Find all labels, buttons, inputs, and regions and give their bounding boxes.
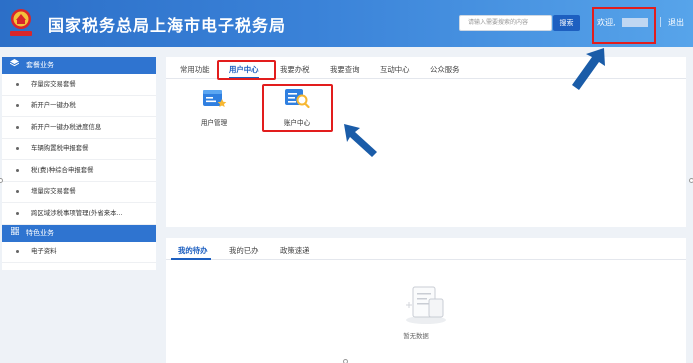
sidebar-item[interactable]: 增量房交易套餐 <box>2 182 156 203</box>
user-management-icon <box>203 90 227 107</box>
sidebar-group-package[interactable]: 套餐业务 <box>2 57 156 74</box>
site-title: 国家税务总局上海市电子税务局 <box>48 16 287 35</box>
bullet-icon <box>16 147 19 151</box>
search-button[interactable]: 搜索 <box>553 15 580 31</box>
sidebar-item-label: 存量房交易套餐 <box>31 79 76 88</box>
sidebar-item[interactable]: 车辆购置税申报套餐 <box>2 139 156 160</box>
redacted-username <box>622 18 648 27</box>
welcome-label: 欢迎, <box>597 18 616 27</box>
tab-interaction[interactable]: 互动中心 <box>380 64 410 75</box>
tab-my-done[interactable]: 我的已办 <box>229 245 259 256</box>
grid-icon <box>10 225 19 242</box>
tab-common[interactable]: 常用功能 <box>180 64 210 75</box>
scroll-right-indicator[interactable] <box>689 178 693 183</box>
bullet-icon <box>16 190 19 194</box>
empty-document-icon <box>406 286 446 324</box>
tab-tax-filing[interactable]: 我要办税 <box>280 64 310 75</box>
bullet-icon <box>16 104 19 108</box>
active-tab-indicator <box>171 258 211 260</box>
sidebar-item-label: 增量房交易套餐 <box>31 187 76 195</box>
bullet-icon <box>16 82 19 86</box>
header-bar: 国家税务总局上海市电子税务局 请输入需要搜索的内容 搜索 欢迎, 退出 <box>0 0 693 47</box>
sidebar-group-special[interactable]: 特色业务 <box>2 224 156 242</box>
tasks-panel: 我的待办 我的已办 政策速递 暂无数据 <box>166 238 686 363</box>
function-panel: 常用功能 用户中心 我要办税 我要查询 互动中心 公众服务 用户管理 账户中心 <box>166 57 686 227</box>
empty-state-text: 暂无数据 <box>403 332 429 340</box>
sidebar-item-label: 车辆购置税申报套餐 <box>31 144 89 152</box>
tab-my-todo[interactable]: 我的待办 <box>178 245 208 256</box>
sidebar: 套餐业务 存量房交易套餐 新开户一键办税 新开户一键办税进度信息 车辆购置税申报… <box>2 57 156 270</box>
search-input[interactable]: 请输入需要搜索的内容 <box>459 15 552 31</box>
layers-icon <box>9 57 20 74</box>
sidebar-item-label: 税(费)种综合申报套餐 <box>31 165 94 174</box>
sidebar-group-label: 特色业务 <box>26 228 54 237</box>
bullet-icon <box>16 211 19 215</box>
pointer-arrow-icon <box>344 124 377 157</box>
sidebar-item-label: 电子资料 <box>31 247 57 255</box>
account-center-highlight <box>262 84 333 132</box>
user-center-tab-highlight <box>217 60 276 80</box>
sidebar-item-label: 跨区域涉税事项管理(外省来本... <box>31 208 123 217</box>
sidebar-item[interactable]: 存量房交易套餐 <box>2 74 156 96</box>
user-management-tile[interactable]: 用户管理 <box>194 87 234 127</box>
tab-query[interactable]: 我要查询 <box>330 64 360 75</box>
sidebar-group-label: 套餐业务 <box>26 61 54 69</box>
sidebar-item-label: 新开户一键办税 <box>31 101 76 109</box>
tab-policy-express[interactable]: 政策速递 <box>280 245 310 256</box>
sidebar-item[interactable]: 税(费)种综合申报套餐 <box>2 160 156 182</box>
bullet-icon <box>16 250 19 254</box>
scroll-down-indicator[interactable] <box>343 359 348 363</box>
bullet-icon <box>16 168 19 172</box>
sidebar-item[interactable]: 电子资料 <box>2 242 156 263</box>
sidebar-item[interactable]: 新开户一键办税进度信息 <box>2 117 156 139</box>
logout-link[interactable]: 退出 <box>668 17 684 28</box>
bullet-icon <box>16 125 19 129</box>
user-management-label: 用户管理 <box>200 119 228 127</box>
sidebar-item[interactable]: 新开户一键办税 <box>2 96 156 117</box>
header-divider <box>660 17 661 27</box>
sidebar-item-label: 新开户一键办税进度信息 <box>31 122 102 131</box>
tax-emblem-icon <box>10 9 32 36</box>
tasks-tab-bar: 我的待办 我的已办 政策速递 <box>166 238 686 260</box>
sidebar-item[interactable]: 跨区域涉税事项管理(外省来本... <box>2 203 156 225</box>
tab-public-service[interactable]: 公众服务 <box>430 64 460 75</box>
pointer-arrow-icon <box>572 48 605 90</box>
